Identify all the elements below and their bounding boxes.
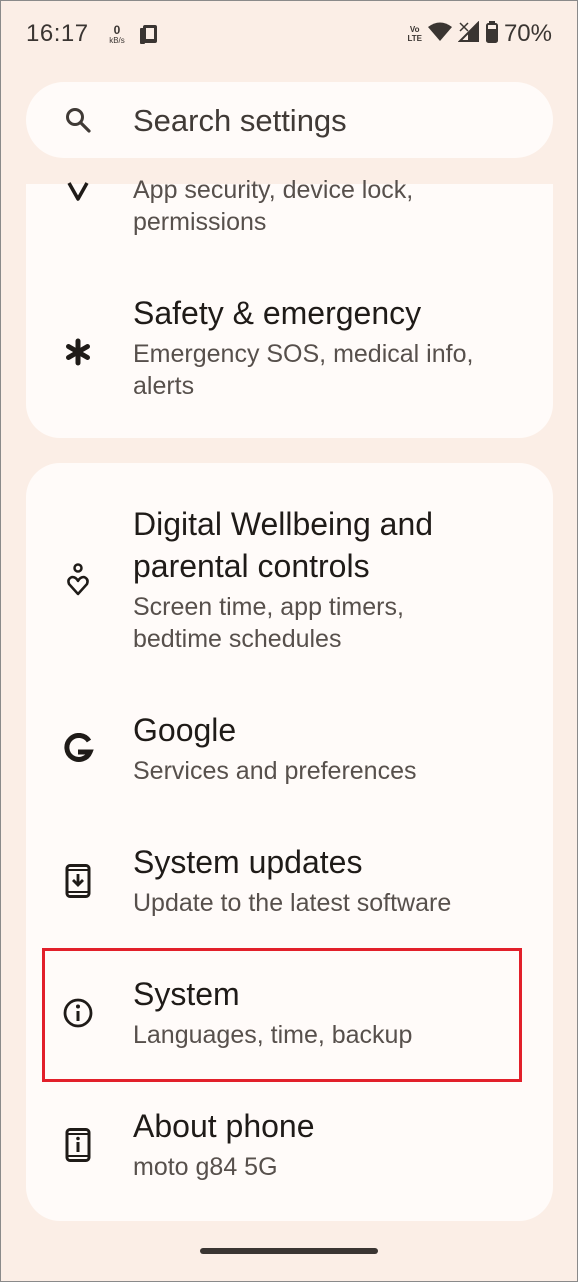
safety-emergency-subtitle-line2: alerts <box>133 372 195 400</box>
net-speed-value: 0 <box>113 23 121 37</box>
about-phone-subtitle: moto g84 5G <box>133 1153 278 1181</box>
wellbeing-title-line2: parental controls <box>133 548 370 584</box>
status-bar: 16:17 0 kB/s Vo LTE 70% <box>0 0 578 70</box>
wellbeing-title-line1: Digital Wellbeing and <box>133 506 434 542</box>
search-bar[interactable]: Search settings <box>26 82 553 158</box>
volte-icon: Vo LTE <box>407 25 422 43</box>
search-placeholder: Search settings <box>133 103 347 138</box>
battery-percent: 70% <box>503 20 552 47</box>
battery-icon <box>485 20 498 48</box>
gesture-nav-bar[interactable] <box>200 1248 378 1254</box>
settings-item-about-phone[interactable]: About phone moto g84 5G <box>26 1105 553 1195</box>
settings-item-digital-wellbeing[interactable]: Digital Wellbeing and parental controls … <box>26 503 553 653</box>
status-right-group: Vo LTE 70% <box>407 18 552 50</box>
shield-lock-icon <box>58 166 98 206</box>
settings-item-safety-emergency[interactable]: Safety & emergency Emergency SOS, medica… <box>26 290 553 410</box>
wellbeing-icon <box>58 559 98 599</box>
net-speed-indicator: 0 kB/s <box>104 24 130 45</box>
security-subtitle-line2: permissions <box>133 208 267 236</box>
safety-emergency-subtitle-line1: Emergency SOS, medical info, <box>133 340 474 368</box>
volte-bottom: LTE <box>407 34 422 43</box>
asterisk-icon <box>58 332 98 372</box>
settings-item-system-updates[interactable]: System updates Update to the latest soft… <box>26 841 553 931</box>
volte-top: Vo <box>409 25 420 34</box>
phone-info-icon <box>58 1125 98 1165</box>
google-icon <box>58 729 98 769</box>
settings-item-google[interactable]: Google Services and preferences <box>26 709 553 799</box>
settings-card-security: App security, device lock, permissions S… <box>26 176 553 438</box>
cell-signal-icon <box>457 20 480 48</box>
wellbeing-subtitle-line2: bedtime schedules <box>133 625 342 653</box>
search-icon <box>64 106 92 139</box>
system-update-icon <box>58 861 98 901</box>
system-updates-subtitle: Update to the latest software <box>133 889 452 917</box>
google-subtitle: Services and preferences <box>133 757 417 785</box>
wifi-icon <box>427 22 452 47</box>
notification-app-icon <box>138 24 160 51</box>
wellbeing-subtitle-line1: Screen time, app timers, <box>133 593 404 621</box>
settings-item-security[interactable]: App security, device lock, permissions <box>26 176 553 246</box>
google-title: Google <box>133 712 237 748</box>
security-subtitle-line1: App security, device lock, <box>133 176 414 204</box>
status-time: 16:17 <box>26 20 89 47</box>
safety-emergency-title: Safety & emergency <box>133 295 422 331</box>
settings-card-main: Digital Wellbeing and parental controls … <box>26 463 553 1221</box>
system-updates-title: System updates <box>133 844 363 880</box>
net-speed-unit: kB/s <box>109 36 125 45</box>
highlight-box <box>42 948 522 1082</box>
about-phone-title: About phone <box>133 1108 315 1144</box>
